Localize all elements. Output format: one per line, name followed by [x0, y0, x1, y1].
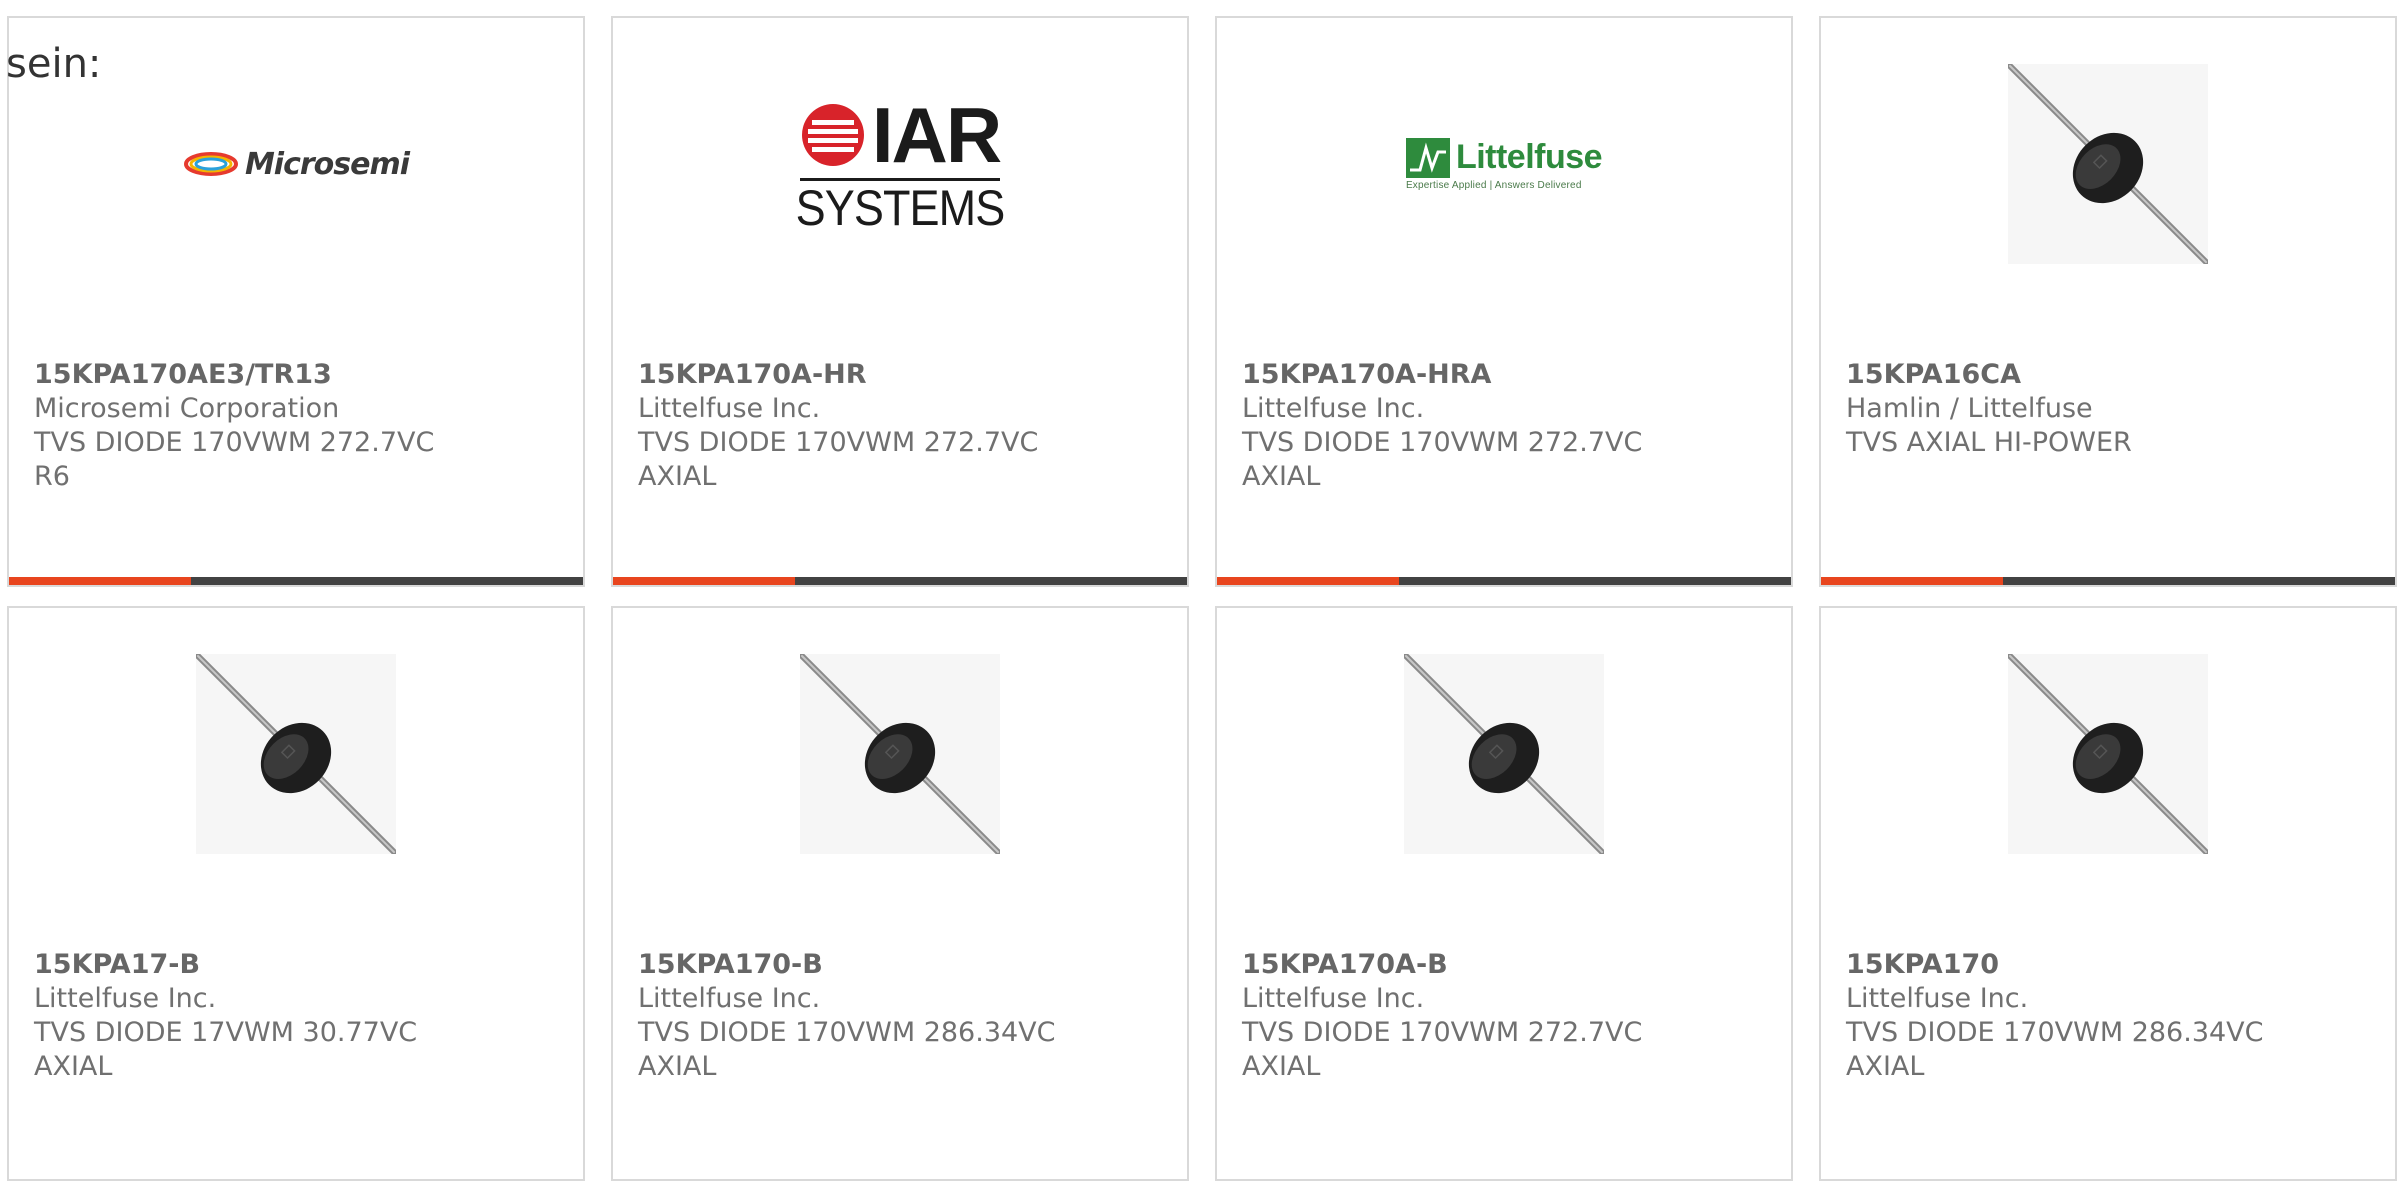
littelfuse-tagline: Expertise Applied | Answers Delivered [1405, 179, 1582, 191]
intro-text: sein: [6, 41, 102, 87]
iar-logo-text: IAR [871, 90, 1002, 179]
product-description: TVS DIODE 170VWM 272.7VC AXIAL [1242, 1017, 1643, 1082]
card-accent-bar [613, 577, 1187, 585]
product-card[interactable]: Microsemi 15KPA170AE3/TR13 Microsemi Cor… [7, 16, 585, 587]
part-number[interactable]: 15KPA16CA [1846, 358, 2375, 392]
product-card[interactable]: 15KPA170A-B Littelfuse Inc. TVS DIODE 17… [1215, 606, 1793, 1181]
card-accent-bar-highlight [9, 577, 191, 585]
card-accent-bar-highlight [1821, 577, 2003, 585]
iar-systems-logo: IAR SYSTEMS [784, 96, 1016, 233]
product-grid: Microsemi 15KPA170AE3/TR13 Microsemi Cor… [0, 0, 2400, 1181]
product-image [1821, 654, 2395, 854]
product-description: TVS DIODE 170VWM 272.7VC AXIAL [1242, 427, 1643, 492]
product-card[interactable]: Littelfuse Expertise Applied | Answers D… [1215, 16, 1793, 587]
manufacturer: Littelfuse Inc. [34, 983, 217, 1014]
product-info: 15KPA16CA Hamlin / Littelfuse TVS AXIAL … [1846, 358, 2375, 460]
product-image [1217, 654, 1791, 854]
part-number[interactable]: 15KPA170 [1846, 948, 2375, 982]
product-description: TVS DIODE 170VWM 272.7VC R6 [34, 427, 435, 492]
iar-logo-subtext: SYSTEMS [795, 179, 1006, 236]
product-info: 15KPA170-B Littelfuse Inc. TVS DIODE 170… [638, 948, 1167, 1084]
card-accent-bar-highlight [613, 577, 795, 585]
axial-diode-icon [2008, 64, 2208, 264]
microsemi-swirl-icon [183, 152, 238, 176]
littelfuse-logo: Littelfuse Expertise Applied | Answers D… [1405, 137, 1603, 191]
manufacturer: Littelfuse Inc. [638, 393, 821, 424]
product-image [1821, 64, 2395, 264]
product-card[interactable]: 15KPA170-B Littelfuse Inc. TVS DIODE 170… [611, 606, 1189, 1181]
product-description: TVS DIODE 170VWM 286.34VC AXIAL [1846, 1017, 2264, 1082]
product-image: IAR SYSTEMS [613, 64, 1187, 264]
axial-diode-icon [2008, 654, 2208, 854]
product-image: Microsemi [9, 64, 583, 264]
product-card[interactable]: 15KPA17-B Littelfuse Inc. TVS DIODE 17VW… [7, 606, 585, 1181]
part-number[interactable]: 15KPA170AE3/TR13 [34, 358, 563, 392]
littelfuse-mark-icon [1405, 137, 1450, 178]
manufacturer: Littelfuse Inc. [1846, 983, 2029, 1014]
product-info: 15KPA170 Littelfuse Inc. TVS DIODE 170VW… [1846, 948, 2375, 1084]
axial-diode-icon [196, 654, 396, 854]
product-image [9, 654, 583, 854]
product-image [613, 654, 1187, 854]
card-accent-bar [1217, 577, 1791, 585]
manufacturer: Microsemi Corporation [34, 393, 340, 424]
littelfuse-logo-text: Littelfuse [1455, 138, 1603, 176]
product-description: TVS DIODE 170VWM 286.34VC AXIAL [638, 1017, 1056, 1082]
product-description: TVS DIODE 17VWM 30.77VC AXIAL [34, 1017, 418, 1082]
product-card[interactable]: 15KPA170 Littelfuse Inc. TVS DIODE 170VW… [1819, 606, 2397, 1181]
part-number[interactable]: 15KPA170A-HR [638, 358, 1167, 392]
card-accent-bar [1821, 577, 2395, 585]
manufacturer: Hamlin / Littelfuse [1846, 393, 2093, 424]
product-info: 15KPA170A-HRA Littelfuse Inc. TVS DIODE … [1242, 358, 1771, 494]
manufacturer: Littelfuse Inc. [1242, 983, 1425, 1014]
part-number[interactable]: 15KPA170A-HRA [1242, 358, 1771, 392]
product-card[interactable]: 15KPA16CA Hamlin / Littelfuse TVS AXIAL … [1819, 16, 2397, 587]
product-info: 15KPA170A-B Littelfuse Inc. TVS DIODE 17… [1242, 948, 1771, 1084]
product-description: TVS AXIAL HI-POWER [1846, 427, 2132, 458]
microsemi-logo-text: Microsemi [244, 146, 410, 182]
card-accent-bar [9, 577, 583, 585]
axial-diode-icon [800, 654, 1000, 854]
product-info: 15KPA17-B Littelfuse Inc. TVS DIODE 17VW… [34, 948, 563, 1084]
product-info: 15KPA170A-HR Littelfuse Inc. TVS DIODE 1… [638, 358, 1167, 494]
card-accent-bar-highlight [1217, 577, 1399, 585]
manufacturer: Littelfuse Inc. [1242, 393, 1425, 424]
iar-logo-icon [801, 103, 864, 166]
product-description: TVS DIODE 170VWM 272.7VC AXIAL [638, 427, 1039, 492]
product-info: 15KPA170AE3/TR13 Microsemi Corporation T… [34, 358, 563, 494]
part-number[interactable]: 15KPA170-B [638, 948, 1167, 982]
part-number[interactable]: 15KPA17-B [34, 948, 563, 982]
microsemi-logo: Microsemi [183, 146, 410, 182]
product-card[interactable]: IAR SYSTEMS 15KPA170A-HR Littelfuse Inc.… [611, 16, 1189, 587]
manufacturer: Littelfuse Inc. [638, 983, 821, 1014]
part-number[interactable]: 15KPA170A-B [1242, 948, 1771, 982]
axial-diode-icon [1404, 654, 1604, 854]
product-image: Littelfuse Expertise Applied | Answers D… [1217, 64, 1791, 264]
